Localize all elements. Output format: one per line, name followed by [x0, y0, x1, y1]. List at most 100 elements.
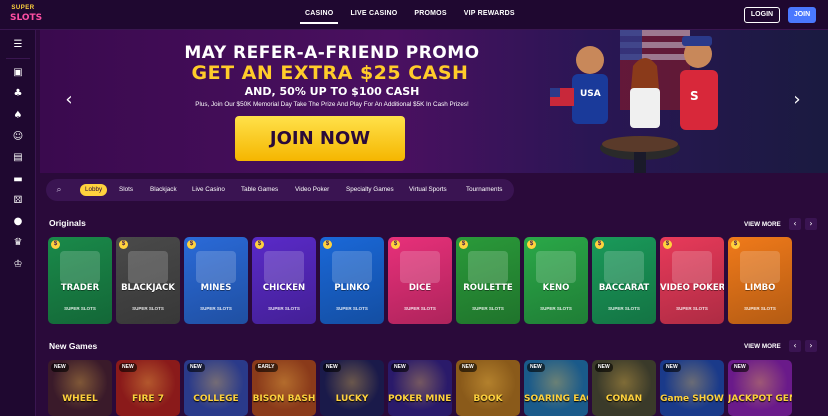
- game-name: SOARING EAGLE: [524, 394, 588, 404]
- nav-vip-rewards[interactable]: VIP REWARDS: [459, 8, 520, 24]
- cat-tournaments[interactable]: Tournaments: [466, 184, 502, 196]
- originals-prev-button[interactable]: ‹: [789, 218, 801, 230]
- new-game-card[interactable]: NEW JACKPOT GEM RUSH: [728, 360, 792, 416]
- original-game-card[interactable]: $ LIMBO SUPER SLOTS: [728, 237, 792, 324]
- original-game-card[interactable]: $ KENO SUPER SLOTS: [524, 237, 588, 324]
- nav-casino[interactable]: CASINO: [300, 8, 339, 24]
- game-brand: SUPER SLOTS: [608, 306, 640, 311]
- cat-slots[interactable]: Slots: [119, 184, 133, 196]
- join-button[interactable]: JOIN: [788, 7, 816, 23]
- join-now-button[interactable]: JOIN NOW: [235, 116, 405, 161]
- cat-live-casino[interactable]: Live Casino: [192, 184, 225, 196]
- cat-video-poker[interactable]: Video Poker: [295, 184, 329, 196]
- promo-banner[interactable]: USA S ‹ › MAY REFER-A-FRIEND PROMO GET A…: [40, 30, 828, 173]
- game-badge: NEW: [459, 363, 477, 372]
- game-badge: NEW: [187, 363, 205, 372]
- search-icon[interactable]: ⌕: [52, 183, 66, 197]
- game-name: Game SHOW: [660, 394, 724, 404]
- new-game-card[interactable]: NEW POKER MINES: [388, 360, 452, 416]
- game-badge: NEW: [595, 363, 613, 372]
- chat-icon[interactable]: ▣: [11, 66, 25, 80]
- game-badge: NEW: [391, 363, 409, 372]
- sidebar: ☰ ▣ ♣ ♠ ☺ ▤ ▬ ⚄ ● ♛ ♔: [0, 30, 36, 416]
- banner-next-arrow[interactable]: ›: [790, 90, 804, 110]
- new-game-card[interactable]: NEW COLLEGE: [184, 360, 248, 416]
- original-game-card[interactable]: $ ROULETTE SUPER SLOTS: [456, 237, 520, 324]
- trophy-icon[interactable]: ♛: [11, 236, 25, 250]
- game-badge: NEW: [51, 363, 69, 372]
- dealer-icon[interactable]: ☺: [11, 130, 25, 144]
- new-game-card[interactable]: NEW CONAN: [592, 360, 656, 416]
- game-name: BISON BASH: [252, 394, 316, 404]
- original-game-card[interactable]: $ CHICKEN SUPER SLOTS: [252, 237, 316, 324]
- logo-top-text: SUPER: [11, 5, 35, 11]
- cards-icon[interactable]: ▤: [11, 151, 25, 165]
- new-game-card[interactable]: NEW Game SHOW: [660, 360, 724, 416]
- original-game-card[interactable]: $ DICE SUPER SLOTS: [388, 237, 452, 324]
- new-game-card[interactable]: NEW BOOK: [456, 360, 520, 416]
- main-nav: CASINO LIVE CASINO PROMOS VIP REWARDS: [300, 8, 527, 24]
- game-brand: SUPER SLOTS: [268, 306, 300, 311]
- coin-icon: $: [255, 240, 264, 249]
- cat-blackjack[interactable]: Blackjack: [150, 184, 177, 196]
- category-bar: ⌕ Lobby Slots Blackjack Live Casino Tabl…: [46, 179, 514, 201]
- cat-lobby[interactable]: Lobby: [80, 184, 108, 196]
- new-games-view-more[interactable]: VIEW MORE: [744, 343, 781, 350]
- game-art: [536, 251, 576, 283]
- game-name: LUCKY: [335, 394, 369, 404]
- game-name: VIDEO POKER: [660, 283, 724, 293]
- new-game-card[interactable]: NEW WHEEL: [48, 360, 112, 416]
- banner-illustration: USA S: [550, 30, 718, 173]
- new-games-prev-button[interactable]: ‹: [789, 340, 801, 352]
- coin-icon: $: [51, 240, 60, 249]
- game-art: [740, 251, 780, 283]
- game-art: [400, 251, 440, 283]
- ball-icon[interactable]: ●: [11, 215, 25, 229]
- new-game-card[interactable]: NEW FIRE 7: [116, 360, 180, 416]
- coin-icon: $: [663, 240, 672, 249]
- game-name: LIMBO: [744, 283, 776, 293]
- cherries-icon[interactable]: ♣: [11, 87, 25, 101]
- game-name: BOOK: [473, 394, 503, 404]
- cat-specialty-games[interactable]: Specialty Games: [346, 184, 394, 196]
- banner-prev-arrow[interactable]: ‹: [62, 90, 76, 110]
- original-game-card[interactable]: $ TRADER SUPER SLOTS: [48, 237, 112, 324]
- dice-icon[interactable]: ⚄: [11, 194, 25, 208]
- game-art: [332, 251, 372, 283]
- svg-text:S: S: [690, 89, 699, 103]
- new-game-card[interactable]: NEW SOARING EAGLE: [524, 360, 588, 416]
- coin-icon: $: [459, 240, 468, 249]
- site-logo[interactable]: SUPER SLOTS: [10, 5, 43, 25]
- game-brand: SUPER SLOTS: [540, 306, 572, 311]
- coin-icon: $: [731, 240, 740, 249]
- banner-subtext: Plus, Join Our $50K Memorial Day Take Th…: [195, 101, 469, 108]
- cat-table-games[interactable]: Table Games: [241, 184, 278, 196]
- new-game-card[interactable]: EARLY BISON BASH: [252, 360, 316, 416]
- original-game-card[interactable]: $ PLINKO SUPER SLOTS: [320, 237, 384, 324]
- game-name: FIRE 7: [132, 394, 164, 404]
- spade-icon[interactable]: ♠: [11, 109, 25, 123]
- original-game-card[interactable]: $ BLACKJACK SUPER SLOTS: [116, 237, 180, 324]
- table-icon[interactable]: ▬: [11, 173, 25, 187]
- game-name: WHEEL: [62, 394, 98, 404]
- coin-icon: $: [323, 240, 332, 249]
- menu-icon[interactable]: ☰: [11, 38, 25, 52]
- originals-view-more[interactable]: VIEW MORE: [744, 221, 781, 228]
- nav-live-casino[interactable]: LIVE CASINO: [345, 8, 402, 24]
- new-games-next-button[interactable]: ›: [805, 340, 817, 352]
- nav-promos[interactable]: PROMOS: [409, 8, 451, 24]
- originals-next-button[interactable]: ›: [805, 218, 817, 230]
- new-game-card[interactable]: NEW LUCKY: [320, 360, 384, 416]
- game-name: PLINKO: [334, 283, 370, 293]
- logo-bottom-text: SLOTS: [10, 13, 43, 23]
- crown-icon[interactable]: ♔: [11, 258, 25, 272]
- game-name: BLACKJACK: [121, 283, 175, 293]
- original-game-card[interactable]: $ BACCARAT SUPER SLOTS: [592, 237, 656, 324]
- login-button[interactable]: LOGIN: [744, 7, 780, 23]
- original-game-card[interactable]: $ MINES SUPER SLOTS: [184, 237, 248, 324]
- game-art: [604, 251, 644, 283]
- cat-virtual-sports[interactable]: Virtual Sports: [409, 184, 447, 196]
- game-badge: NEW: [731, 363, 749, 372]
- game-art: [264, 251, 304, 283]
- original-game-card[interactable]: $ VIDEO POKER SUPER SLOTS: [660, 237, 724, 324]
